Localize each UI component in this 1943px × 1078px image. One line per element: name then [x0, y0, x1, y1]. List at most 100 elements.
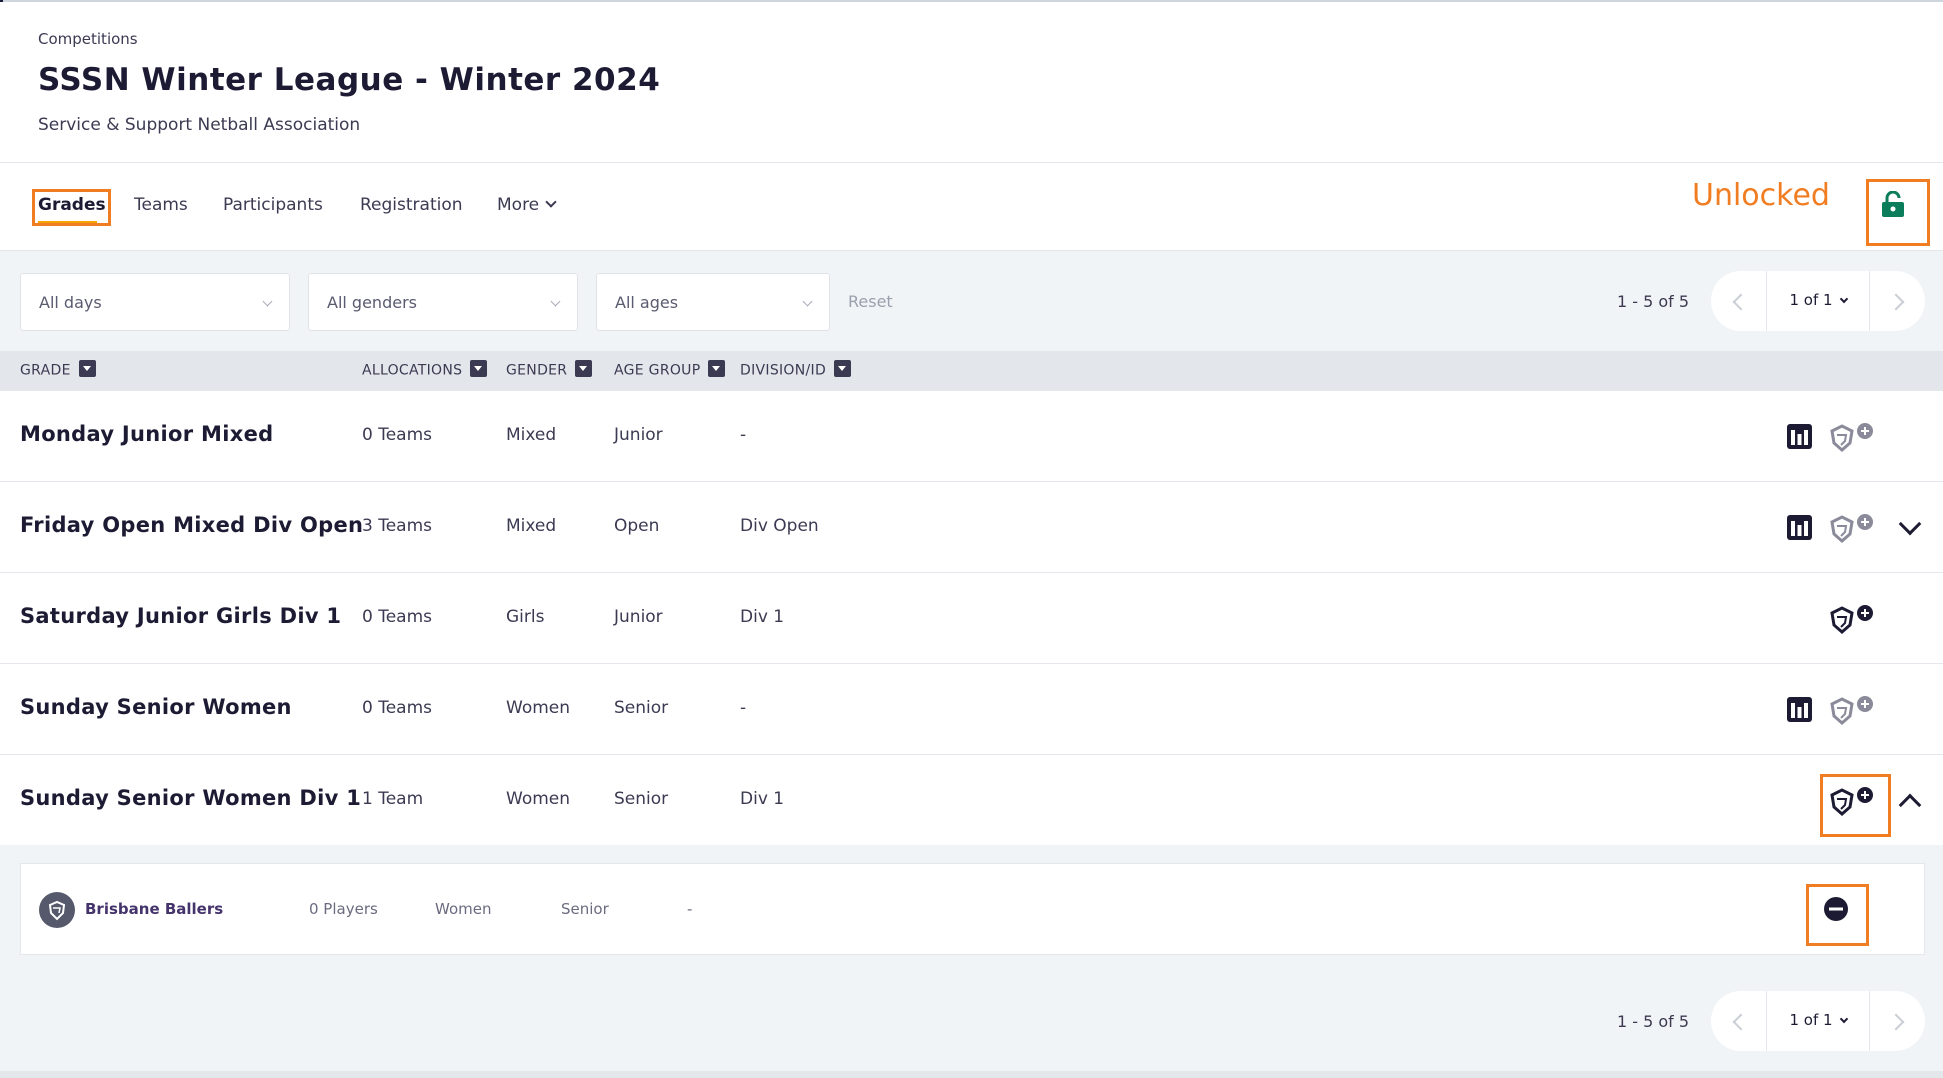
- column-gender[interactable]: GENDER: [506, 360, 593, 379]
- results-count: 1 - 5 of 5: [1617, 292, 1690, 311]
- sort-icon[interactable]: [708, 360, 726, 377]
- column-division[interactable]: DIVISION/ID: [740, 360, 852, 379]
- reset-filters-button[interactable]: Reset: [848, 292, 893, 311]
- column-label: ALLOCATIONS: [362, 362, 463, 379]
- filter-bar: All days All genders All ages Reset 1 - …: [0, 251, 1943, 351]
- bracket-icon[interactable]: [1786, 696, 1813, 723]
- page-header: Competitions SSSN Winter League - Winter…: [0, 2, 1943, 163]
- column-label: AGE GROUP: [614, 362, 701, 379]
- grade-allocations: 0 Teams: [362, 425, 433, 445]
- tab-participants[interactable]: Participants: [223, 195, 323, 215]
- sort-icon[interactable]: [78, 360, 96, 377]
- bottom-border: [0, 1071, 1943, 1078]
- grade-allocations: 0 Teams: [362, 607, 433, 627]
- column-label: GRADE: [20, 362, 71, 379]
- column-grade[interactable]: GRADE: [20, 360, 96, 379]
- sort-icon[interactable]: [834, 360, 852, 377]
- grade-gender: Mixed: [506, 425, 557, 445]
- ages-filter-select[interactable]: All ages: [596, 273, 830, 331]
- grade-age-group: Senior: [614, 698, 669, 718]
- grade-name: Saturday Junior Girls Div 1: [20, 604, 342, 628]
- grade-age-group: Junior: [614, 607, 663, 627]
- tab-more[interactable]: More: [497, 195, 557, 215]
- grade-allocations: 3 Teams: [362, 516, 433, 536]
- breadcrumb[interactable]: Competitions: [38, 30, 138, 48]
- table-header: GRADE ALLOCATIONS GENDER AGE GROUP DIVIS…: [0, 351, 1943, 391]
- grade-allocations: 0 Teams: [362, 698, 433, 718]
- shield-add-icon[interactable]: [1828, 694, 1876, 726]
- grade-division: Div 1: [740, 789, 785, 809]
- table-row[interactable]: Sunday Senior Women Div 1 1 Team Women S…: [0, 755, 1943, 846]
- bracket-icon[interactable]: [1786, 514, 1813, 541]
- team-age-group: Senior: [561, 900, 609, 918]
- pagination-control: 1 of 1: [1711, 991, 1925, 1051]
- tab-registration[interactable]: Registration: [360, 195, 463, 215]
- page-select-label: 1 of 1: [1789, 291, 1833, 309]
- team-shield-avatar-icon: [39, 892, 75, 928]
- tab-more-label: More: [497, 195, 540, 215]
- grade-gender: Girls: [506, 607, 545, 627]
- page-select[interactable]: 1 of 1: [1767, 291, 1869, 309]
- days-filter-value: All days: [39, 293, 102, 312]
- grade-division: Div 1: [740, 607, 785, 627]
- highlight-lock: [1866, 179, 1930, 246]
- highlight-shield-add: [1820, 774, 1891, 837]
- grade-name: Sunday Senior Women: [20, 695, 292, 719]
- days-filter-select[interactable]: All days: [20, 273, 290, 331]
- ages-filter-value: All ages: [615, 293, 679, 312]
- grade-gender: Women: [506, 789, 571, 809]
- next-page-button[interactable]: [1869, 271, 1925, 331]
- chevron-down-icon: [1839, 294, 1848, 304]
- table-row[interactable]: Sunday Senior Women 0 Teams Women Senior…: [0, 664, 1943, 755]
- chevron-down-icon: [545, 196, 557, 208]
- genders-filter-select[interactable]: All genders: [308, 273, 578, 331]
- genders-filter-value: All genders: [327, 293, 417, 312]
- bracket-icon[interactable]: [1786, 423, 1813, 450]
- page-title: SSSN Winter League - Winter 2024: [38, 62, 661, 98]
- team-division: -: [687, 900, 693, 918]
- sort-icon[interactable]: [470, 360, 488, 377]
- table-row[interactable]: Friday Open Mixed Div Open 3 Teams Mixed…: [0, 482, 1943, 573]
- chevron-up-icon[interactable]: [1898, 793, 1922, 817]
- results-count: 1 - 5 of 5: [1617, 1012, 1690, 1031]
- chevron-down-icon: [550, 296, 561, 307]
- chevron-down-icon[interactable]: [1898, 512, 1922, 536]
- grade-gender: Women: [506, 698, 571, 718]
- chevron-down-icon: [1839, 1014, 1848, 1024]
- pagination-control: 1 of 1: [1711, 271, 1925, 331]
- prev-page-button[interactable]: [1711, 271, 1767, 331]
- grade-division: -: [740, 698, 747, 718]
- team-gender: Women: [435, 900, 492, 918]
- highlight-grades-tab: [32, 189, 111, 226]
- grade-age-group: Senior: [614, 789, 669, 809]
- tab-teams[interactable]: Teams: [134, 195, 188, 215]
- tab-bar: Grades Teams Participants Registration M…: [0, 163, 1943, 251]
- sort-icon[interactable]: [575, 360, 593, 377]
- shield-add-icon[interactable]: [1828, 603, 1876, 635]
- grade-age-group: Junior: [614, 425, 663, 445]
- column-allocations[interactable]: ALLOCATIONS: [362, 360, 488, 379]
- page-subtitle: Service & Support Netball Association: [38, 115, 361, 135]
- table-row[interactable]: Saturday Junior Girls Div 1 0 Teams Girl…: [0, 573, 1943, 664]
- expanded-teams-panel: Brisbane Ballers 0 Players Women Senior …: [0, 845, 1943, 971]
- column-label: GENDER: [506, 362, 568, 379]
- grade-name: Sunday Senior Women Div 1: [20, 786, 362, 810]
- team-name-link[interactable]: Brisbane Ballers: [85, 900, 223, 918]
- shield-add-icon[interactable]: [1828, 512, 1876, 544]
- grade-name: Friday Open Mixed Div Open: [20, 513, 364, 537]
- table-row[interactable]: Monday Junior Mixed 0 Teams Mixed Junior…: [0, 391, 1943, 482]
- grade-division: -: [740, 425, 747, 445]
- column-age-group[interactable]: AGE GROUP: [614, 360, 726, 379]
- page-select-label: 1 of 1: [1789, 1011, 1833, 1029]
- bottom-pagination-bar: 1 - 5 of 5 1 of 1: [0, 971, 1943, 1071]
- chevron-down-icon: [262, 296, 273, 307]
- team-players: 0 Players: [309, 900, 378, 918]
- page-select[interactable]: 1 of 1: [1767, 1011, 1869, 1029]
- grade-allocations: 1 Team: [362, 789, 424, 809]
- grade-division: Div Open: [740, 516, 819, 536]
- prev-page-button[interactable]: [1711, 991, 1767, 1051]
- shield-add-icon[interactable]: [1828, 421, 1876, 453]
- team-card: Brisbane Ballers 0 Players Women Senior …: [20, 863, 1925, 955]
- column-label: DIVISION/ID: [740, 362, 827, 379]
- next-page-button[interactable]: [1869, 991, 1925, 1051]
